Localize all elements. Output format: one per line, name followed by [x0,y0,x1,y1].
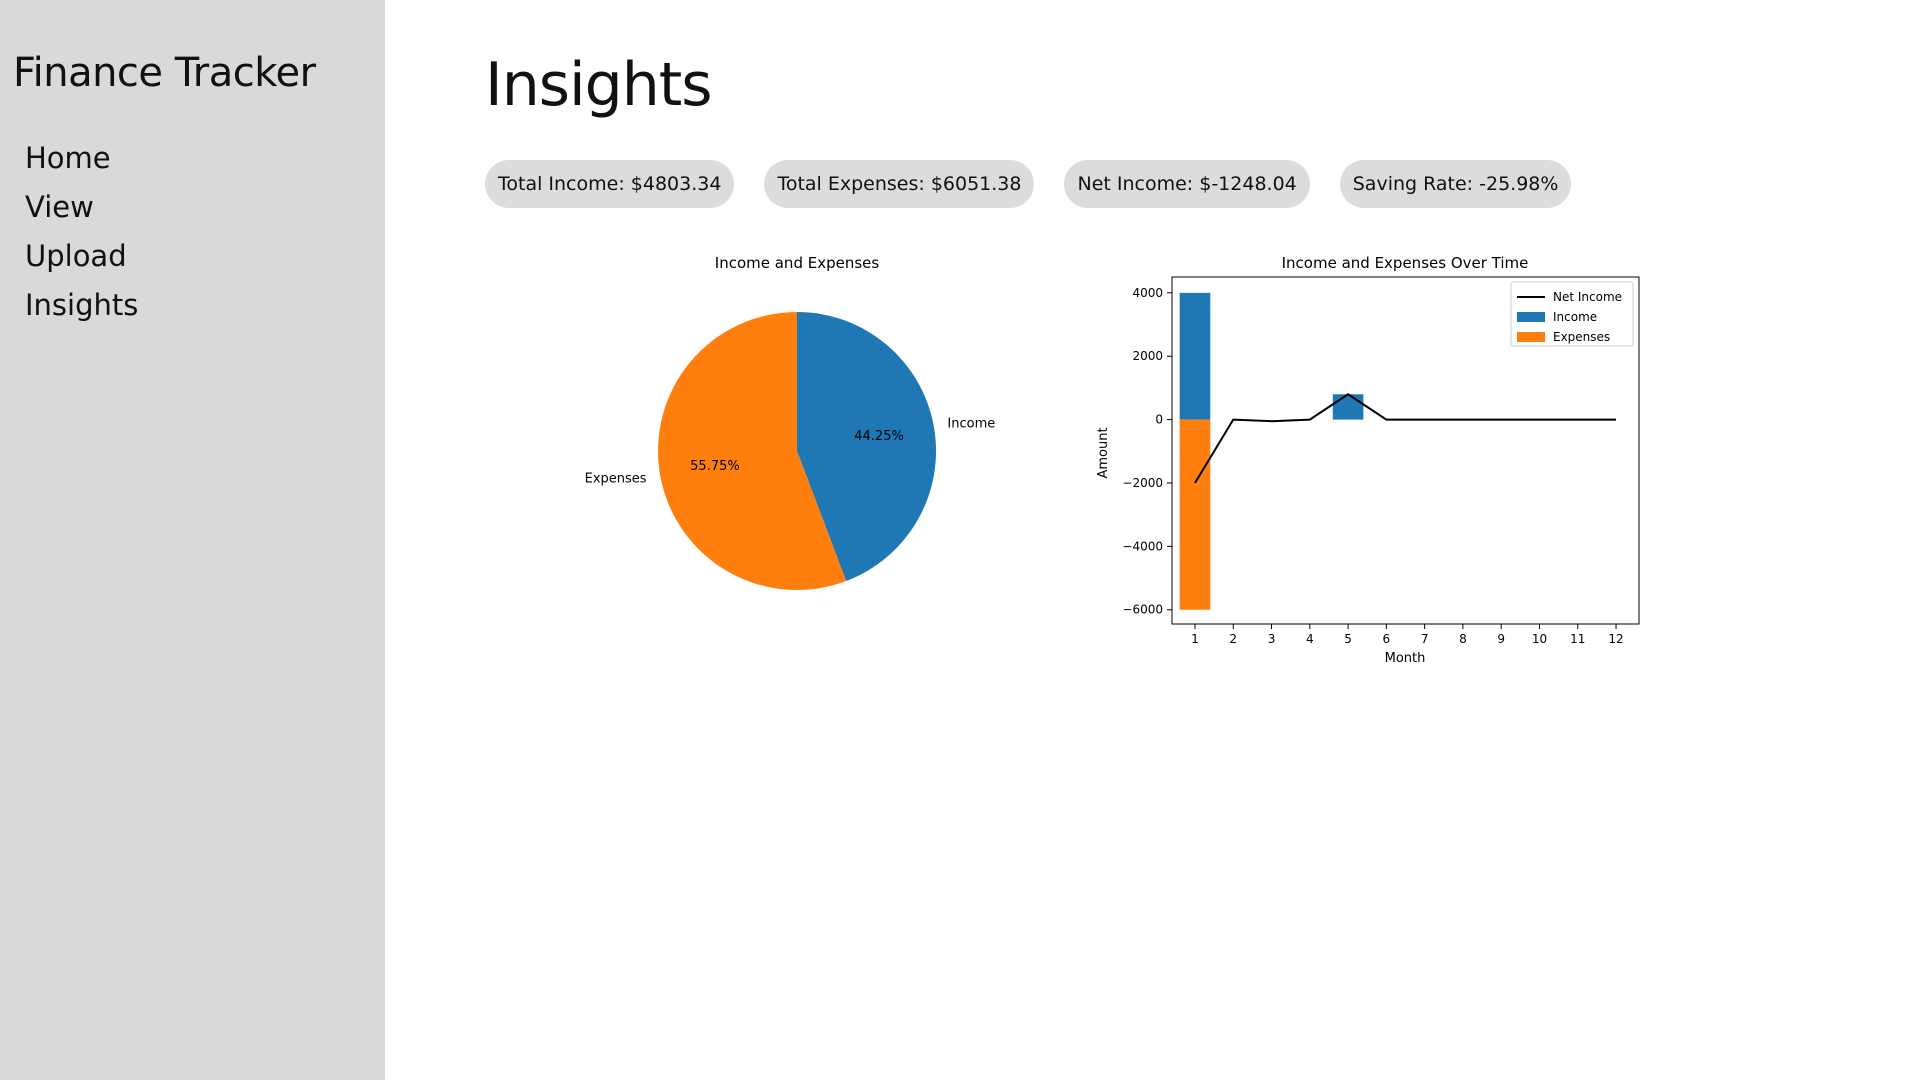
sidebar: Finance Tracker Home View Upload Insight… [0,0,385,1080]
sidebar-nav: Home View Upload Insights [25,134,138,330]
total-expenses-badge: Total Expenses: $6051.38 [764,160,1035,208]
pie-chart: Income and Expenses 44.25% Income 55.75% Ex… [585,254,995,590]
y-tick-label: −4000 [1122,539,1163,553]
time-series-chart: Income and Expenses Over Time 4000 2000 0 −… [1096,254,1640,666]
x-tick-label: 7 [1421,632,1429,646]
legend-swatch-expenses [1517,332,1545,342]
legend-label-expenses: Expenses [1553,330,1610,344]
y-axis-label: Amount [1096,427,1111,478]
x-tick-label: 6 [1383,632,1391,646]
nav-item-view[interactable]: View [25,183,138,232]
pie-chart-title: Income and Expenses [715,254,880,272]
x-tick-label: 12 [1608,632,1623,646]
net-income-badge: Net Income: $-1248.04 [1064,160,1310,208]
pie-label-expenses: Expenses [585,471,647,486]
expenses-bar-month-1 [1179,419,1211,610]
x-tick-label: 9 [1497,632,1505,646]
nav-item-home[interactable]: Home [25,134,138,183]
y-tick-label: −2000 [1122,476,1163,490]
app-window: Finance Tracker Home View Upload Insight… [0,0,1920,1080]
x-tick-label: 11 [1570,632,1585,646]
app-title: Finance Tracker [13,50,316,96]
pie-label-income: Income [947,417,995,432]
net-income-line [1194,393,1617,484]
legend-swatch-income [1517,312,1545,322]
x-tick-label: 5 [1344,632,1352,646]
bar-chart-title: Income and Expenses Over Time [1282,254,1529,272]
legend-label-income: Income [1553,310,1597,324]
x-tick-label: 2 [1229,632,1237,646]
pie-pct-label-income: 44.25% [854,429,904,444]
page-title: Insights [485,50,713,120]
nav-item-insights[interactable]: Insights [25,281,138,330]
y-tick-label: 2000 [1132,349,1163,363]
x-tick-label: 8 [1459,632,1467,646]
x-tick-label: 4 [1306,632,1314,646]
income-bar-month-1 [1179,292,1211,420]
x-tick-label: 3 [1268,632,1276,646]
x-tick-label: 10 [1532,632,1547,646]
pie-pct-label-expenses: 55.75% [690,459,740,474]
saving-rate-badge: Saving Rate: -25.98% [1339,160,1572,208]
x-tick-label: 1 [1191,632,1199,646]
y-tick-label: 4000 [1132,286,1163,300]
income-bar-month-5 [1332,394,1364,420]
y-tick-label: −6000 [1122,603,1163,617]
x-axis-label: Month [1385,651,1426,666]
nav-item-upload[interactable]: Upload [25,232,138,281]
legend-label-net-income: Net Income [1553,290,1622,304]
y-tick-label: 0 [1155,413,1163,427]
total-income-badge: Total Income: $4803.34 [485,160,735,208]
stats-row: Total Income: $4803.34 Total Expenses: $… [485,160,1572,208]
